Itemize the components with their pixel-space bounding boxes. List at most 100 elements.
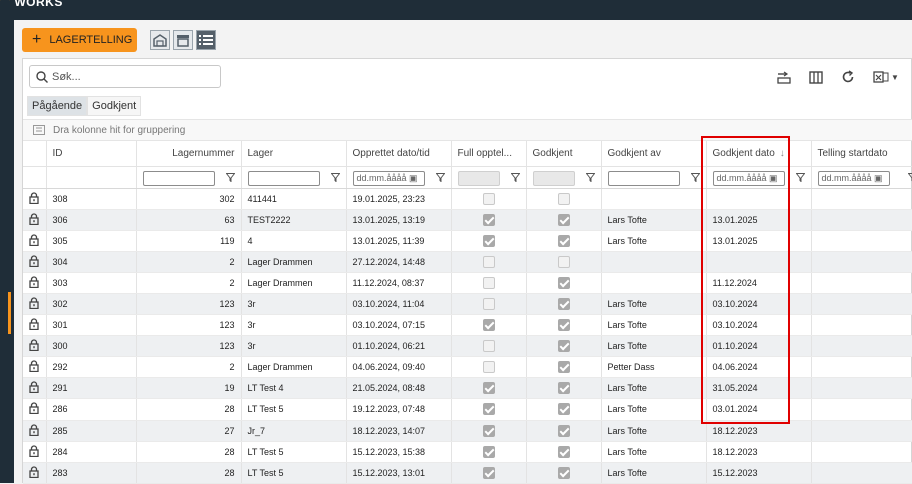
full-opptelling-cell: [451, 378, 526, 399]
table-row[interactable]: 3001233r01.10.2024, 06:21Lars Tofte01.10…: [23, 336, 912, 357]
godkjent-checkbox[interactable]: [558, 298, 570, 310]
filter-date-godkjent-dato[interactable]: dd.mm.åååå ▣: [713, 171, 785, 186]
lock-cell[interactable]: [23, 209, 46, 230]
full-opptelling-checkbox[interactable]: [483, 193, 495, 205]
filter-input-godkjent-av[interactable]: [608, 171, 680, 186]
lock-cell[interactable]: [23, 462, 46, 483]
full-opptelling-checkbox[interactable]: [483, 467, 495, 479]
godkjent-checkbox[interactable]: [558, 403, 570, 415]
full-opptelling-checkbox[interactable]: [483, 235, 495, 247]
lagernummer-cell: 123: [136, 293, 241, 314]
godkjent-checkbox[interactable]: [558, 193, 570, 205]
brand-logo[interactable]: ⌒ WORKS: [0, 0, 63, 9]
column-header-godkjent-av[interactable]: Godkjent av: [601, 141, 706, 166]
column-header-godkjent-dato[interactable]: Godkjent dato↓: [706, 141, 811, 166]
lock-cell[interactable]: [23, 441, 46, 462]
full-opptelling-checkbox[interactable]: [483, 446, 495, 458]
filter-funnel-icon[interactable]: [908, 173, 912, 182]
column-header-godkjent[interactable]: Godkjent: [526, 141, 601, 166]
lock-icon: [29, 381, 39, 393]
filter-funnel-icon[interactable]: [436, 173, 445, 182]
filter-date-telling-start[interactable]: dd.mm.åååå ▣: [818, 171, 890, 186]
lock-cell[interactable]: [23, 188, 46, 209]
full-opptelling-checkbox[interactable]: [483, 382, 495, 394]
godkjent-checkbox[interactable]: [558, 277, 570, 289]
godkjent-checkbox[interactable]: [558, 235, 570, 247]
lock-cell[interactable]: [23, 420, 46, 441]
table-row[interactable]: 3032Lager Drammen11.12.2024, 08:3711.12.…: [23, 272, 912, 293]
filter-input-lagernummer[interactable]: [143, 171, 215, 186]
godkjent-checkbox[interactable]: [558, 467, 570, 479]
group-panel[interactable]: Dra kolonne hit for gruppering: [23, 119, 912, 141]
add-lagertelling-button[interactable]: + LAGERTELLING: [22, 28, 137, 52]
godkjent-checkbox[interactable]: [558, 361, 570, 373]
column-header-telling-start[interactable]: Telling startdato: [811, 141, 912, 166]
full-opptelling-checkbox[interactable]: [483, 214, 495, 226]
table-row[interactable]: 30663TEST222213.01.2025, 13:19Lars Tofte…: [23, 209, 912, 230]
lagernummer-cell: 63: [136, 209, 241, 230]
warehouse-view-button[interactable]: [150, 30, 170, 50]
lock-cell[interactable]: [23, 251, 46, 272]
filter-funnel-icon[interactable]: [511, 173, 520, 182]
filter-select-godkjent[interactable]: [533, 171, 575, 186]
lock-cell[interactable]: [23, 357, 46, 378]
full-opptelling-checkbox[interactable]: [483, 319, 495, 331]
filter-date-opprettet[interactable]: dd.mm.åååå ▣: [353, 171, 425, 186]
lock-cell[interactable]: [23, 336, 46, 357]
export-excel-button[interactable]: ▼: [871, 69, 901, 85]
table-row[interactable]: 30830241144119.01.2025, 23:23: [23, 188, 912, 209]
columns-button[interactable]: [807, 69, 825, 85]
table-row[interactable]: 28628LT Test 519.12.2023, 07:48Lars Toft…: [23, 399, 912, 420]
godkjent-checkbox[interactable]: [558, 256, 570, 268]
full-opptelling-checkbox[interactable]: [483, 403, 495, 415]
filter-funnel-icon[interactable]: [226, 173, 235, 182]
table-row[interactable]: 28527Jr_718.12.2023, 14:07Lars Tofte18.1…: [23, 420, 912, 441]
reset-layout-button[interactable]: [775, 69, 793, 85]
refresh-button[interactable]: [839, 69, 857, 85]
table-row[interactable]: 29119LT Test 421.05.2024, 08:48Lars Toft…: [23, 378, 912, 399]
full-opptelling-checkbox[interactable]: [483, 340, 495, 352]
lock-cell[interactable]: [23, 378, 46, 399]
table-row[interactable]: 28428LT Test 515.12.2023, 15:38Lars Toft…: [23, 441, 912, 462]
filter-funnel-icon[interactable]: [796, 173, 805, 182]
filter-funnel-icon[interactable]: [331, 173, 340, 182]
lock-cell[interactable]: [23, 293, 46, 314]
table-row[interactable]: 3042Lager Drammen27.12.2024, 14:48: [23, 251, 912, 272]
filter-funnel-icon[interactable]: [586, 173, 595, 182]
filter-select-full[interactable]: [458, 171, 500, 186]
godkjent-checkbox[interactable]: [558, 425, 570, 437]
column-header-lager[interactable]: Lager: [241, 141, 346, 166]
godkjent-checkbox[interactable]: [558, 214, 570, 226]
column-header-opprettet[interactable]: Opprettet dato/tid: [346, 141, 451, 166]
tab-pagaende[interactable]: Pågående: [27, 96, 87, 116]
search-input[interactable]: Søk...: [29, 65, 221, 88]
column-header-lagernummer[interactable]: Lagernummer: [136, 141, 241, 166]
lock-cell[interactable]: [23, 230, 46, 251]
list-view-button[interactable]: [196, 30, 216, 50]
filter-funnel-icon[interactable]: [691, 173, 700, 182]
store-view-button[interactable]: [173, 30, 193, 50]
tab-godkjent[interactable]: Godkjent: [87, 96, 141, 116]
telling-start-cell: [811, 399, 912, 420]
full-opptelling-checkbox[interactable]: [483, 425, 495, 437]
full-opptelling-checkbox[interactable]: [483, 277, 495, 289]
full-opptelling-checkbox[interactable]: [483, 256, 495, 268]
lock-cell[interactable]: [23, 399, 46, 420]
godkjent-checkbox[interactable]: [558, 382, 570, 394]
lock-cell[interactable]: [23, 272, 46, 293]
godkjent-checkbox[interactable]: [558, 340, 570, 352]
table-row[interactable]: 2922Lager Drammen04.06.2024, 09:40Petter…: [23, 357, 912, 378]
table-row[interactable]: 3011233r03.10.2024, 07:15Lars Tofte03.10…: [23, 315, 912, 336]
godkjent-checkbox[interactable]: [558, 446, 570, 458]
filter-input-lager[interactable]: [248, 171, 320, 186]
full-opptelling-checkbox[interactable]: [483, 361, 495, 373]
table-row[interactable]: 3021233r03.10.2024, 11:04Lars Tofte03.10…: [23, 293, 912, 314]
column-header-full[interactable]: Full opptel...: [451, 141, 526, 166]
lock-cell[interactable]: [23, 315, 46, 336]
godkjent-checkbox[interactable]: [558, 319, 570, 331]
column-header-id[interactable]: ID: [46, 141, 136, 166]
id-cell: 300: [46, 336, 136, 357]
table-row[interactable]: 305119413.01.2025, 11:39Lars Tofte13.01.…: [23, 230, 912, 251]
full-opptelling-checkbox[interactable]: [483, 298, 495, 310]
table-row[interactable]: 28328LT Test 515.12.2023, 13:01Lars Toft…: [23, 462, 912, 483]
